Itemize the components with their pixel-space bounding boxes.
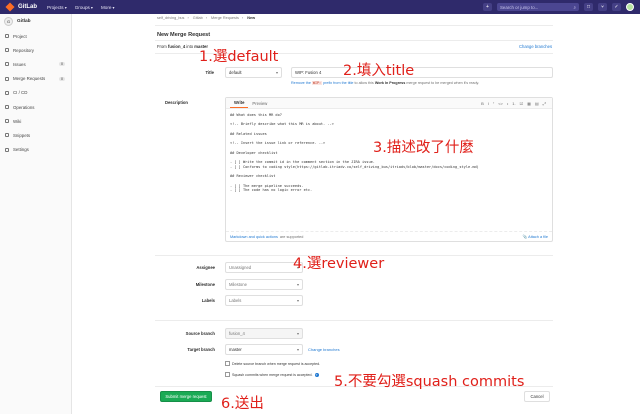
tab-write[interactable]: Write [230, 100, 249, 108]
task-list-icon[interactable]: ☑ [520, 101, 524, 106]
issues-count-badge: 0 [59, 62, 65, 67]
code-icon[interactable]: <> [498, 101, 503, 106]
nav-groups[interactable]: Groups [75, 5, 93, 10]
breadcrumb-group[interactable]: self_driving_bus [157, 16, 184, 20]
annotation-step-1: 1.選default [199, 49, 279, 65]
sidebar-item-operations[interactable]: Operations [0, 100, 71, 114]
issues-icon[interactable]: □ [584, 3, 593, 11]
squash-commits-option[interactable]: Squash commits when merge request is acc… [225, 372, 319, 377]
cloud-icon [5, 105, 9, 110]
source-branch-dropdown: fusion_4 [225, 328, 303, 339]
annotation-step-5: 5.不要勾選squash commits [334, 374, 525, 390]
merge-requests-count-badge: 0 [59, 76, 65, 81]
book-icon [5, 119, 9, 124]
annotation-step-6: 6.送出 [221, 396, 264, 412]
attach-file-button[interactable]: 📎 Attach a file [523, 234, 548, 239]
home-icon [5, 34, 9, 39]
sidebar-item-wiki[interactable]: Wiki [0, 114, 71, 128]
breadcrumb-current[interactable]: New [247, 16, 255, 20]
brand-name[interactable]: GitLab [18, 4, 37, 10]
project-name: Gitlab [17, 19, 31, 24]
annotation-step-4: 4.選reviewer [293, 256, 385, 272]
help-icon[interactable]: ? [314, 372, 319, 377]
sidebar-item-issues[interactable]: Issues 0 [0, 57, 71, 71]
paperclip-icon: 📎 [522, 235, 528, 239]
search-input[interactable]: Search or jump to... ⌕ [497, 3, 579, 11]
nav-more[interactable]: More [101, 5, 115, 10]
editor-tabs: Write Preview B I ” <> • 1. ☑ ▦ ▤ ⤢ [226, 98, 552, 109]
breadcrumb-project[interactable]: Gitlab [193, 16, 203, 20]
gear-icon [5, 147, 9, 152]
sidebar-item-repository[interactable]: Repository [0, 43, 71, 57]
divider [155, 25, 553, 26]
italic-icon[interactable]: I [488, 101, 489, 106]
plus-icon[interactable]: + [483, 3, 492, 11]
description-label: Description [164, 100, 188, 105]
assignee-dropdown[interactable]: Unassigned [225, 262, 303, 273]
sidebar-project-header[interactable]: G Gitlab [0, 14, 71, 29]
divider [155, 320, 553, 321]
breadcrumb: self_driving_bus › Gitlab › Merge Requests… [157, 16, 256, 20]
sidebar-item-snippets[interactable]: Snippets [0, 128, 71, 142]
nav-projects[interactable]: Projects [47, 5, 67, 10]
labels-label: Labels [201, 298, 215, 303]
numbered-list-icon[interactable]: 1. [512, 101, 515, 106]
divider [155, 40, 553, 41]
search-icon: ⌕ [573, 4, 576, 10]
breadcrumb-merge-requests[interactable]: Merge Requests [211, 16, 239, 20]
markdown-toolbar: B I ” <> • 1. ☑ ▦ ▤ ⤢ [481, 101, 552, 108]
quote-icon[interactable]: ” [493, 101, 494, 106]
change-branches-link[interactable]: Change branches [519, 44, 552, 49]
merge-requests-icon[interactable]: ⑂ [598, 3, 607, 11]
delete-source-branch-option[interactable]: Delete source branch when merge request … [225, 361, 320, 366]
labels-dropdown[interactable]: Labels [225, 295, 303, 306]
description-editor: Write Preview B I ” <> • 1. ☑ ▦ ▤ ⤢ ## W… [225, 97, 553, 242]
gitlab-logo-icon[interactable] [5, 2, 15, 12]
table-icon[interactable]: ▦ [527, 101, 531, 106]
page-title: New Merge Request [157, 32, 211, 38]
change-branches-link-2[interactable]: Change branches [308, 347, 340, 352]
repository-icon [5, 48, 9, 53]
target-branch-label: Target branch [187, 347, 215, 352]
bullet-list-icon[interactable]: • [507, 101, 508, 106]
user-avatar[interactable] [626, 3, 634, 11]
assignee-label: Assignee [196, 265, 215, 270]
todos-icon[interactable]: ✓ [612, 3, 621, 11]
annotation-step-3: 3.描述改了什麼 [373, 140, 474, 156]
title-input[interactable]: WIP: Fusion 4 [291, 67, 553, 78]
delete-source-checkbox[interactable] [225, 361, 230, 366]
description-template-dropdown[interactable]: default [225, 67, 282, 78]
fullscreen-icon[interactable]: ⤢ [543, 101, 546, 106]
project-avatar: G [4, 17, 13, 26]
bold-icon[interactable]: B [481, 101, 484, 106]
target-branch-dropdown[interactable]: master [225, 344, 303, 355]
wip-help-text: Remove the WIP: prefix from the title to… [291, 81, 480, 85]
title-label: Title [205, 70, 214, 75]
sidebar-item-settings[interactable]: Settings [0, 143, 71, 157]
merge-request-icon [5, 76, 9, 81]
markdown-help-link[interactable]: Markdown and quick actions [230, 235, 278, 239]
rocket-icon [5, 90, 9, 95]
sidebar-item-merge-requests[interactable]: Merge Requests 0 [0, 72, 71, 86]
description-textarea[interactable]: ## What does this MR do? <!-- Briefly de… [226, 109, 552, 227]
milestone-label: Milestone [195, 282, 215, 287]
source-branch-name: fusion_4 [167, 44, 186, 49]
cancel-button[interactable]: Cancel [524, 391, 550, 402]
tab-preview[interactable]: Preview [248, 101, 271, 108]
milestone-dropdown[interactable]: Milestone [225, 279, 303, 290]
sidebar-item-project[interactable]: Project [0, 29, 71, 43]
editor-footer: Markdown and quick actions are supported… [226, 231, 552, 241]
submit-merge-request-button[interactable]: Submit merge request [160, 391, 212, 402]
top-navbar: GitLab Projects Groups More + Search or … [0, 0, 640, 14]
annotation-step-2: 2.填入title [343, 63, 415, 79]
issues-icon [5, 62, 9, 67]
remove-wip-link[interactable]: Remove the WIP: prefix from the title [291, 81, 353, 85]
link-icon[interactable]: ▤ [535, 101, 539, 106]
project-sidebar: G Gitlab Project Repository Issues 0 Merg… [0, 14, 72, 414]
snippet-icon [5, 133, 9, 138]
source-branch-label: Source branch [185, 331, 215, 336]
sidebar-item-ci-cd[interactable]: CI / CD [0, 86, 71, 100]
squash-checkbox[interactable] [225, 372, 230, 377]
